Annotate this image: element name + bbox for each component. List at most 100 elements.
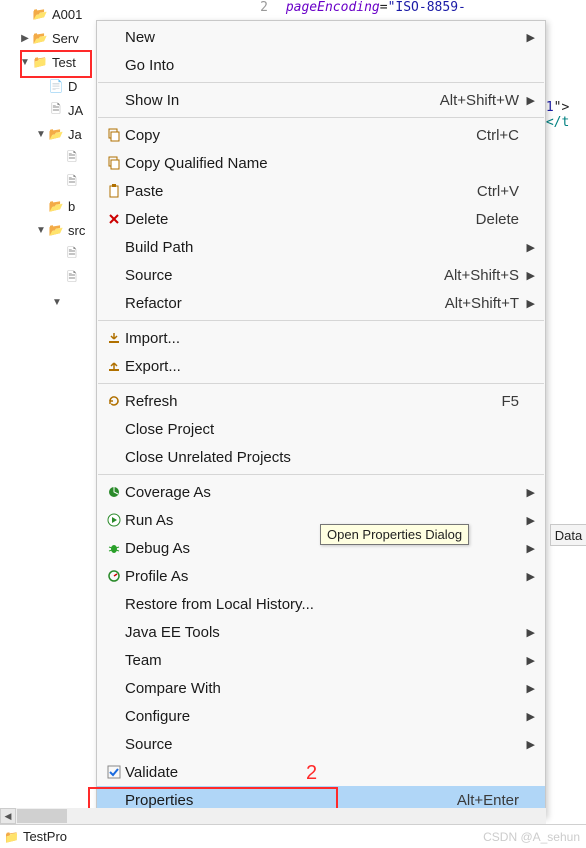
blank-icon: [103, 623, 125, 641]
menu-item-build-path[interactable]: Build Path▶: [97, 233, 545, 261]
tree-item[interactable]: ▼ src: [0, 218, 100, 242]
menu-item-show-in[interactable]: Show InAlt+Shift+W▶: [97, 86, 545, 114]
tree-item[interactable]: D: [0, 74, 100, 98]
menu-item-label: Import...: [125, 330, 519, 347]
submenu-arrow-icon: ▶: [521, 486, 535, 499]
editor-code-area: 2 pageEncoding="ISO-8859-: [250, 0, 466, 15]
menu-item-label: Delete: [125, 211, 476, 228]
menu-item-label: Properties: [125, 792, 457, 809]
project-tree[interactable]: A001 ▶ Serv ▼TestDJA▼Ja b ▼ src ▼: [0, 0, 100, 314]
submenu-arrow-icon: ▶: [521, 626, 535, 639]
tree-item[interactable]: ▶ Serv: [0, 26, 100, 50]
menu-item-label: Copy: [125, 127, 476, 144]
menu-item-copy-qualified-name[interactable]: Copy Qualified Name: [97, 149, 545, 177]
tree-item[interactable]: ▼: [0, 290, 100, 314]
submenu-arrow-icon: ▶: [521, 570, 535, 583]
menu-item-copy[interactable]: CopyCtrl+C: [97, 121, 545, 149]
expand-arrow-icon[interactable]: ▼: [50, 297, 64, 308]
expand-arrow-icon[interactable]: ▼: [18, 57, 32, 68]
menu-item-configure[interactable]: Configure▶: [97, 702, 545, 730]
menu-item-java-ee-tools[interactable]: Java EE Tools▶: [97, 618, 545, 646]
blank-icon: [103, 595, 125, 613]
horizontal-scrollbar[interactable]: ◀: [0, 808, 546, 824]
project-icon: [4, 829, 19, 844]
menu-item-label: Source: [125, 267, 444, 284]
menu-shortcut: Alt+Enter: [457, 792, 519, 809]
menu-item-delete[interactable]: DeleteDelete: [97, 205, 545, 233]
menu-item-source[interactable]: SourceAlt+Shift+S▶: [97, 261, 545, 289]
menu-item-label: Go Into: [125, 57, 519, 74]
expand-arrow-icon[interactable]: ▼: [34, 225, 48, 236]
file-icon-icon: [64, 150, 80, 166]
menu-item-restore-from-local-history[interactable]: Restore from Local History...: [97, 590, 545, 618]
folder-icon-icon: [48, 198, 64, 214]
menu-item-label: Configure: [125, 708, 519, 725]
menu-item-coverage-as[interactable]: Coverage As▶: [97, 478, 545, 506]
xml-icon-icon: [48, 78, 64, 94]
profile-icon: [103, 567, 125, 585]
menu-item-label: Source: [125, 736, 519, 753]
folder-icon-icon: [48, 126, 64, 142]
expand-arrow-icon[interactable]: ▶: [18, 33, 32, 44]
menu-item-label: Refactor: [125, 295, 445, 312]
tree-item[interactable]: [0, 242, 100, 266]
tree-item-label: b: [68, 199, 75, 214]
menu-item-close-unrelated-projects[interactable]: Close Unrelated Projects: [97, 443, 545, 471]
delete-icon: [103, 210, 125, 228]
menu-item-close-project[interactable]: Close Project: [97, 415, 545, 443]
menu-item-refactor[interactable]: RefactorAlt+Shift+T▶: [97, 289, 545, 317]
menu-item-label: Paste: [125, 183, 477, 200]
menu-item-go-into[interactable]: Go Into: [97, 51, 545, 79]
side-tab-data[interactable]: Data: [550, 524, 586, 546]
menu-item-paste[interactable]: PasteCtrl+V: [97, 177, 545, 205]
validate-icon: [103, 763, 125, 781]
menu-item-import[interactable]: Import...: [97, 324, 545, 352]
menu-item-refresh[interactable]: RefreshF5: [97, 387, 545, 415]
tree-item-label: Serv: [52, 31, 79, 46]
menu-separator: [98, 474, 544, 475]
menu-item-label: Copy Qualified Name: [125, 155, 519, 172]
menu-item-label: Show In: [125, 92, 440, 109]
menu-shortcut: Ctrl+C: [476, 127, 519, 144]
blank-icon: [103, 707, 125, 725]
status-text: TestPro: [23, 829, 67, 844]
menu-item-profile-as[interactable]: Profile As▶: [97, 562, 545, 590]
menu-separator: [98, 82, 544, 83]
menu-separator: [98, 320, 544, 321]
menu-item-new[interactable]: New▶: [97, 23, 545, 51]
context-menu: New▶Go IntoShow InAlt+Shift+W▶CopyCtrl+C…: [96, 20, 546, 817]
copy-icon: [103, 126, 125, 144]
tree-item[interactable]: JA: [0, 98, 100, 122]
tree-item[interactable]: [0, 266, 100, 290]
annotation-2: 2: [306, 762, 317, 785]
scroll-thumb[interactable]: [17, 809, 67, 823]
file-icon-icon: [64, 270, 80, 286]
scroll-left-button[interactable]: ◀: [0, 808, 16, 824]
tree-item[interactable]: ▼Test: [0, 50, 100, 74]
menu-shortcut: Alt+Shift+W: [440, 92, 519, 109]
menu-item-source[interactable]: Source▶: [97, 730, 545, 758]
tree-item[interactable]: b: [0, 194, 100, 218]
blank-icon: [103, 448, 125, 466]
menu-item-label: Refresh: [125, 393, 501, 410]
export-icon: [103, 357, 125, 375]
submenu-arrow-icon: ▶: [521, 738, 535, 751]
tree-item[interactable]: [0, 146, 100, 170]
tree-item-label: src: [68, 223, 85, 238]
submenu-arrow-icon: ▶: [521, 269, 535, 282]
tree-item[interactable]: A001: [0, 2, 100, 26]
menu-item-team[interactable]: Team▶: [97, 646, 545, 674]
menu-item-label: Restore from Local History...: [125, 596, 519, 613]
tree-item[interactable]: ▼Ja: [0, 122, 100, 146]
menu-item-label: New: [125, 29, 519, 46]
tree-item[interactable]: [0, 170, 100, 194]
menu-item-compare-with[interactable]: Compare With▶: [97, 674, 545, 702]
blank-icon: [103, 91, 125, 109]
expand-arrow-icon[interactable]: ▼: [34, 129, 48, 140]
menu-item-validate[interactable]: Validate: [97, 758, 545, 786]
folder-icon-icon: [48, 222, 64, 238]
copy-icon: [103, 154, 125, 172]
submenu-arrow-icon: ▶: [521, 241, 535, 254]
menu-item-export[interactable]: Export...: [97, 352, 545, 380]
menu-shortcut: F5: [501, 393, 519, 410]
